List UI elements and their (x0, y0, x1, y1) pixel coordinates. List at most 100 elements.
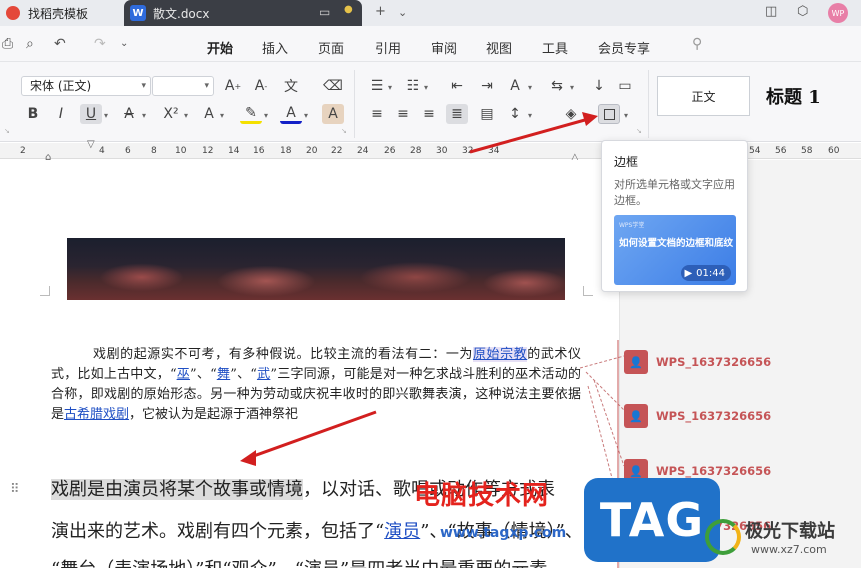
text-effect-button[interactable]: A (198, 104, 220, 124)
chevron-down-icon: ▾ (204, 81, 209, 91)
print-preview-icon[interactable]: ⌕ (26, 36, 34, 52)
border-dropdown-icon[interactable]: ▾ (624, 111, 628, 120)
ruler-number: 24 (357, 146, 369, 156)
link-greek-drama[interactable]: 古希腊戏剧 (64, 407, 129, 422)
video-brand: WPS学堂 (619, 222, 645, 229)
font-color-dropdown-icon[interactable]: ▾ (304, 111, 308, 120)
align-left-button[interactable]: ≡ (366, 104, 388, 124)
avatar[interactable]: WP (828, 3, 848, 23)
paint-bucket-icon: ◈ (565, 106, 577, 122)
underline-button[interactable]: U (80, 104, 102, 124)
phonetic-icon: 文 (284, 79, 298, 95)
bold-button[interactable]: B (22, 104, 44, 124)
menu-bar: ⎙ ⌕ ↶ ↷ ⌄ 开始 插入 页面 引用 审阅 视图 工具 会员专享 ⚲ (0, 26, 861, 66)
menu-review[interactable]: 审阅 (431, 38, 457, 57)
superscript-button[interactable]: X² (160, 104, 182, 124)
ruler-number: 26 (384, 146, 396, 156)
clear-format-button[interactable]: ⌫ (322, 76, 344, 96)
switch-button[interactable]: ⇆ (546, 76, 568, 96)
menu-insert[interactable]: 插入 (262, 38, 288, 57)
justify-button[interactable]: ≣ (446, 104, 468, 124)
strikethrough-button[interactable]: A (118, 104, 140, 124)
link-wu-dance[interactable]: 舞 (217, 367, 230, 382)
drag-handle-icon[interactable]: ⠿ (10, 482, 20, 497)
swap-dropdown-icon[interactable]: ▾ (570, 83, 574, 92)
paragraph-launcher-icon[interactable]: ↘ (636, 127, 642, 135)
ruler-number: 10 (175, 146, 187, 156)
menu-view[interactable]: 视图 (486, 38, 512, 57)
tooltip-title: 边框 (614, 155, 639, 169)
redo-icon[interactable]: ↷ (94, 36, 106, 52)
font-size-select[interactable]: ▾ (152, 76, 214, 96)
highlight-button[interactable]: ✎ (240, 104, 262, 124)
ruler-number: 30 (436, 146, 448, 156)
shrink-font-button[interactable]: A- (250, 76, 272, 96)
font-color-button[interactable]: A (280, 104, 302, 124)
line-spacing-button[interactable]: ↕ (504, 104, 526, 124)
text-direction-button[interactable]: A (504, 76, 526, 96)
increase-indent-button[interactable]: ⇥ (476, 76, 498, 96)
print-icon[interactable]: ⎙ (2, 36, 13, 52)
sort-button[interactable]: ↓ (588, 76, 610, 96)
font-name-select[interactable]: 宋体 (正文) ▾ (21, 76, 151, 96)
paragraph-definition-line3[interactable]: “舞台（表演场地）”和“观众”。“演员”是四者当中最重要的元素 (51, 558, 547, 568)
new-tab-button[interactable]: + (375, 4, 386, 19)
border-button[interactable] (598, 104, 620, 124)
align-center-button[interactable]: ≡ (392, 104, 414, 124)
phonetic-guide-button[interactable]: 文 (280, 76, 302, 96)
font-launcher-icon[interactable]: ↘ (341, 127, 347, 135)
effect-dropdown-icon[interactable]: ▾ (220, 111, 224, 120)
spacing-dropdown-icon[interactable]: ▾ (528, 111, 532, 120)
monitor-icon[interactable]: ▭ (319, 5, 330, 19)
shading-dropdown-icon[interactable]: ▾ (584, 111, 588, 120)
first-indent-marker-icon[interactable]: ▽ (87, 139, 95, 150)
char-shading-button[interactable]: A (322, 104, 344, 124)
paragraph-origin[interactable]: 戏剧的起源实不可考，有多种假说。比较主流的看法有二：一为原始宗教的武术仪式，比如… (51, 345, 581, 425)
align-right-button[interactable]: ≡ (418, 104, 440, 124)
show-marks-button[interactable]: ▭ (614, 76, 636, 96)
more-chevron-icon[interactable]: ⌄ (120, 38, 128, 49)
ruler-number: 60 (828, 146, 840, 156)
bullets-button[interactable]: ☰ (366, 76, 388, 96)
style-normal[interactable]: 正文 (657, 76, 750, 116)
window-layout-icon[interactable]: ◫ (765, 4, 777, 19)
tab-template-store[interactable]: 找稻壳模板 (0, 0, 120, 26)
selected-text: 戏剧是由演员将某个故事或情境 (51, 479, 303, 500)
comment-card[interactable]: 👤 WPS_1637326656 (624, 404, 771, 428)
undo-icon[interactable]: ↶ (54, 36, 66, 52)
menu-home[interactable]: 开始 (207, 38, 234, 66)
cube-icon[interactable]: ⬡ (797, 4, 808, 19)
strike-dropdown-icon[interactable]: ▾ (142, 111, 146, 120)
shading-button[interactable]: ◈ (560, 104, 582, 124)
chevron-down-icon: ▾ (141, 81, 146, 91)
font-dialog-launcher-icon[interactable]: ↘ (4, 127, 10, 135)
menu-references[interactable]: 引用 (375, 38, 401, 57)
tab-dropdown-icon[interactable]: ⌄ (398, 6, 407, 19)
decrease-indent-button[interactable]: ⇤ (446, 76, 468, 96)
grow-font-button[interactable]: A + (222, 76, 244, 96)
menu-tools[interactable]: 工具 (542, 38, 568, 57)
numbering-button[interactable]: ☷ (402, 76, 424, 96)
style-heading1[interactable]: 标题 1 (751, 76, 861, 116)
numbering-dropdown-icon[interactable]: ▾ (424, 83, 428, 92)
search-icon[interactable]: ⚲ (692, 36, 702, 52)
tutorial-video-thumbnail[interactable]: WPS学堂 如何设置文档的边框和底纹 ▶ 01:44 (614, 215, 736, 285)
header-night-image[interactable] (67, 238, 565, 300)
tab-document[interactable]: W 散文.docx ▭ ● (124, 0, 362, 26)
menu-member[interactable]: 会员专享 (598, 38, 650, 57)
menu-page[interactable]: 页面 (318, 38, 344, 57)
bullets-dropdown-icon[interactable]: ▾ (388, 83, 392, 92)
link-wu-martial[interactable]: 武 (257, 367, 270, 382)
direction-dropdown-icon[interactable]: ▾ (528, 83, 532, 92)
italic-button[interactable]: I (50, 104, 72, 124)
highlight-dropdown-icon[interactable]: ▾ (264, 111, 268, 120)
underline-dropdown-icon[interactable]: ▾ (104, 111, 108, 120)
link-actor[interactable]: 演员 (384, 521, 420, 542)
link-primitive-religion[interactable]: 原始宗教 (472, 347, 528, 362)
script-dropdown-icon[interactable]: ▾ (184, 111, 188, 120)
distribute-button[interactable]: ▤ (476, 104, 498, 124)
font-name-value: 宋体 (正文) (30, 79, 92, 93)
link-wu-shaman[interactable]: 巫 (177, 367, 190, 382)
comment-card[interactable]: 👤 WPS_1637326656 (624, 350, 771, 374)
title-tab-bar: 找稻壳模板 W 散文.docx ▭ ● + ⌄ ◫ ⬡ WP (0, 0, 861, 26)
